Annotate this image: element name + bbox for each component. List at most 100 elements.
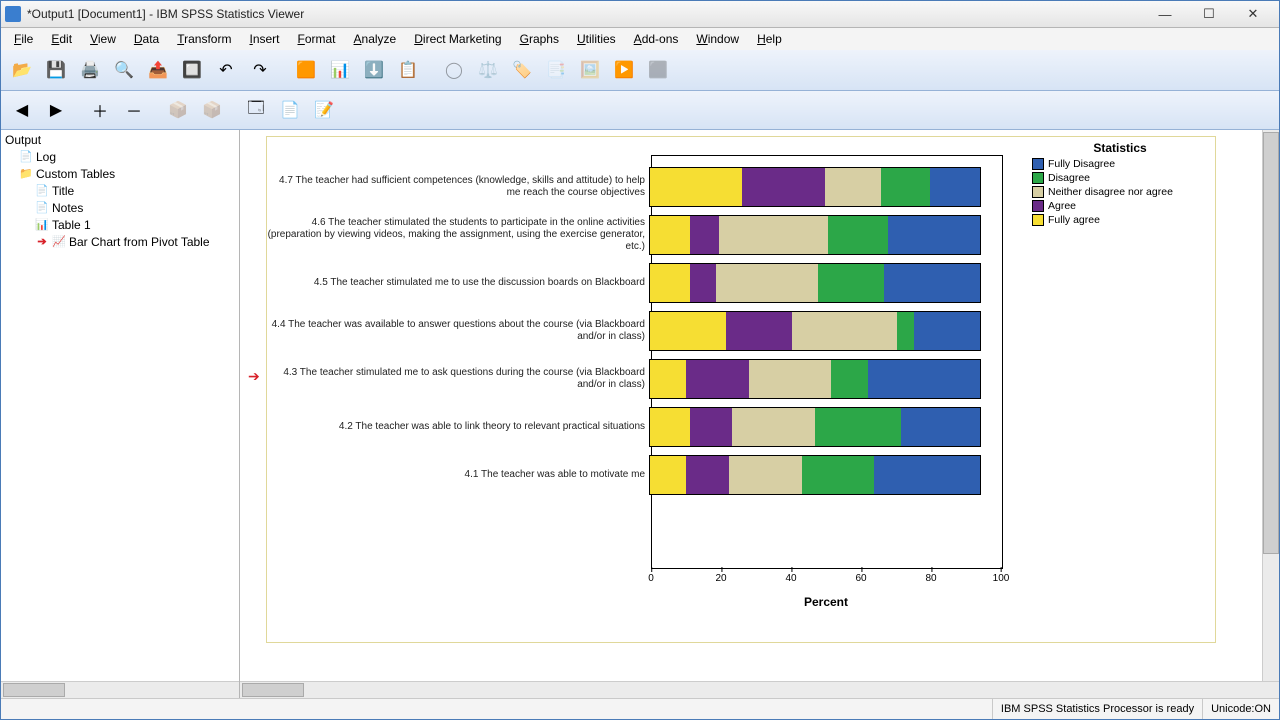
legend-title: Statistics (1032, 141, 1208, 155)
insert-text-icon[interactable]: 📝 (309, 95, 339, 125)
chart-row-label: 4.1 The teacher was able to motivate me (267, 455, 649, 495)
insert-heading-icon[interactable]: 📄 (275, 95, 305, 125)
bar-segment (749, 360, 832, 398)
viewer-vscroll[interactable] (1262, 130, 1279, 681)
outline-tree[interactable]: Output 📄Log 📁Custom Tables 📄Title 📄Notes… (1, 130, 239, 681)
expand-icon[interactable]: 📦 (163, 95, 193, 125)
viewer-hscroll[interactable] (240, 681, 1279, 698)
bar-segment (818, 264, 884, 302)
variables-icon[interactable]: ⬇️ (359, 55, 389, 85)
legend-item: Agree (1032, 199, 1208, 213)
chart-bar (649, 311, 981, 351)
undo-icon[interactable]: ↶ (211, 55, 241, 85)
menu-graphs[interactable]: Graphs (511, 30, 568, 48)
legend-item: Fully Disagree (1032, 157, 1208, 171)
chart-bar (649, 407, 981, 447)
outline-hscroll[interactable] (1, 681, 239, 698)
bar-segment (884, 264, 980, 302)
outline-node-bar-chart[interactable]: ➔📈Bar Chart from Pivot Table (3, 234, 237, 251)
menu-data[interactable]: Data (125, 30, 168, 48)
chart-row-label: 4.4 The teacher was available to answer … (267, 311, 649, 351)
bar-segment (686, 360, 749, 398)
bar-segment (828, 216, 887, 254)
back-icon[interactable]: ◀ (7, 95, 37, 125)
x-tick: 40 (785, 573, 796, 584)
outline-node-title[interactable]: 📄Title (3, 183, 237, 200)
menu-window[interactable]: Window (687, 30, 748, 48)
log-icon: 📄 (19, 151, 33, 165)
close-button[interactable]: ✕ (1231, 3, 1275, 25)
current-item-arrow-icon: ➔ (248, 368, 260, 385)
goto-case-icon[interactable]: 📊 (325, 55, 355, 85)
weight-cases-icon[interactable]: ⚖️ (473, 55, 503, 85)
menu-add-ons[interactable]: Add-ons (625, 30, 688, 48)
menu-direct-marketing[interactable]: Direct Marketing (405, 30, 510, 48)
collapse-icon[interactable]: 📦 (197, 95, 227, 125)
bar-segment (901, 408, 980, 446)
outline-node-output[interactable]: Output (3, 132, 237, 149)
bar-segment (650, 216, 690, 254)
bar-segment (650, 360, 686, 398)
status-bar: IBM SPSS Statistics Processor is ready U… (1, 698, 1279, 719)
designate-window-icon[interactable]: 🖼️ (575, 55, 605, 85)
chart-object[interactable]: Statistics Fully Disagree Disagree Neith… (266, 136, 1216, 643)
chart-row: 4.3 The teacher stimulated me to ask que… (267, 359, 1005, 399)
bar-segment (742, 168, 825, 206)
outline-node-table1[interactable]: 📊Table 1 (3, 217, 237, 234)
chart-icon: 📈 (52, 236, 66, 250)
menu-analyze[interactable]: Analyze (345, 30, 406, 48)
outline-node-custom-tables[interactable]: 📁Custom Tables (3, 166, 237, 183)
bar-segment (815, 408, 901, 446)
recall-dialog-icon[interactable]: 🔲 (177, 55, 207, 85)
bar-segment (690, 264, 716, 302)
outline-node-log[interactable]: 📄Log (3, 149, 237, 166)
bar-segment (650, 264, 690, 302)
bar-segment (650, 312, 726, 350)
forward-icon[interactable]: ▶ (41, 95, 71, 125)
title-bar: *Output1 [Document1] - IBM SPSS Statisti… (1, 1, 1279, 28)
print-icon[interactable]: 🖨️ (75, 55, 105, 85)
value-labels-icon[interactable]: 🏷️ (507, 55, 537, 85)
menu-format[interactable]: Format (289, 30, 345, 48)
menu-insert[interactable]: Insert (240, 30, 288, 48)
menu-file[interactable]: File (5, 30, 42, 48)
use-sets-icon[interactable]: 📑 (541, 55, 571, 85)
bar-segment (792, 312, 898, 350)
app-icon (5, 6, 21, 22)
menu-edit[interactable]: Edit (42, 30, 81, 48)
bar-segment (716, 264, 818, 302)
chart-row: 4.1 The teacher was able to motivate me (267, 455, 1005, 495)
bar-segment (690, 216, 720, 254)
x-tick: 60 (855, 573, 866, 584)
outline-node-notes[interactable]: 📄Notes (3, 200, 237, 217)
bar-segment (881, 168, 931, 206)
open-icon[interactable]: 📂 (7, 55, 37, 85)
menu-utilities[interactable]: Utilities (568, 30, 625, 48)
goto-data-icon[interactable]: 🟧 (291, 55, 321, 85)
split-file-icon[interactable]: ◯ (439, 55, 469, 85)
viewer-panel: ➔ Statistics Fully Disagree Disagree Nei… (240, 130, 1279, 698)
maximize-button[interactable]: ☐ (1187, 3, 1231, 25)
chart-bar (649, 359, 981, 399)
minimize-button[interactable]: — (1143, 3, 1187, 25)
demote-icon[interactable]: － (119, 95, 149, 125)
promote-icon[interactable]: ＋ (85, 95, 115, 125)
redo-icon[interactable]: ↷ (245, 55, 275, 85)
menu-view[interactable]: View (81, 30, 125, 48)
show-icon[interactable]: 🗔 (241, 95, 271, 125)
x-tick: 20 (715, 573, 726, 584)
save-icon[interactable]: 💾 (41, 55, 71, 85)
bar-segment (930, 168, 980, 206)
chart-row-label: 4.5 The teacher stimulated me to use the… (267, 263, 649, 303)
select-cases-icon[interactable]: 📋 (393, 55, 423, 85)
stop-icon[interactable]: ⬛ (643, 55, 673, 85)
current-arrow-icon: ➔ (35, 236, 49, 250)
viewer-content[interactable]: ➔ Statistics Fully Disagree Disagree Nei… (240, 130, 1262, 681)
print-preview-icon[interactable]: 🔍 (109, 55, 139, 85)
menu-help[interactable]: Help (748, 30, 791, 48)
menu-transform[interactable]: Transform (168, 30, 240, 48)
legend-item: Disagree (1032, 171, 1208, 185)
export-icon[interactable]: 📤 (143, 55, 173, 85)
run-icon[interactable]: ▶️ (609, 55, 639, 85)
x-tick: 100 (993, 573, 1010, 584)
